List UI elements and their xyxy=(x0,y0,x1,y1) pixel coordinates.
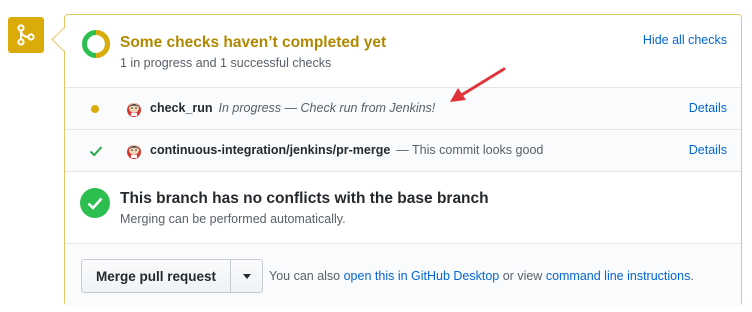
merge-options-dropdown[interactable] xyxy=(230,260,262,292)
no-conflicts-section: This branch has no conflicts with the ba… xyxy=(65,171,741,243)
open-in-desktop-link[interactable]: open this in GitHub Desktop xyxy=(344,269,500,283)
check-icon xyxy=(89,146,103,157)
jenkins-avatar-icon xyxy=(127,103,141,117)
check-row: continuous-integration/jenkins/pr-merge —… xyxy=(65,129,741,172)
git-merge-badge xyxy=(8,17,44,53)
pending-dot-icon xyxy=(91,105,99,113)
check-name: continuous-integration/jenkins/pr-merge xyxy=(150,143,391,157)
conflicts-subtitle: Merging can be performed automatically. xyxy=(120,212,346,226)
caret-down-icon xyxy=(242,273,251,279)
conflicts-title: This branch has no conflicts with the ba… xyxy=(120,190,489,207)
merge-alternatives: You can also open this in GitHub Desktop… xyxy=(269,269,694,283)
details-link[interactable]: Details xyxy=(689,101,727,115)
check-row: check_run In progress — Check run from Je… xyxy=(65,87,741,130)
git-merge-icon xyxy=(17,24,35,46)
check-name: check_run xyxy=(150,101,213,115)
pending-ring-icon xyxy=(82,30,110,58)
check-description: — This commit looks good xyxy=(396,143,544,157)
merge-button-group: Merge pull request xyxy=(81,259,264,293)
merge-section: Merge pull request You can also open thi… xyxy=(65,243,741,307)
command-line-instructions-link[interactable]: command line instructions xyxy=(546,269,691,283)
checks-status-section: Some checks haven’t completed yet 1 in p… xyxy=(65,15,741,87)
jenkins-avatar-icon xyxy=(127,145,141,159)
check-description: In progress — Check run from Jenkins! xyxy=(218,101,436,115)
status-subtitle: 1 in progress and 1 successful checks xyxy=(120,56,332,70)
merge-status-box: Some checks haven’t completed yet 1 in p… xyxy=(64,14,742,307)
merge-pull-request-button[interactable]: Merge pull request xyxy=(82,260,230,292)
hide-all-checks-link[interactable]: Hide all checks xyxy=(643,33,727,47)
check-circle-icon xyxy=(80,188,110,218)
details-link[interactable]: Details xyxy=(689,143,727,157)
status-title: Some checks haven’t completed yet xyxy=(120,34,387,51)
